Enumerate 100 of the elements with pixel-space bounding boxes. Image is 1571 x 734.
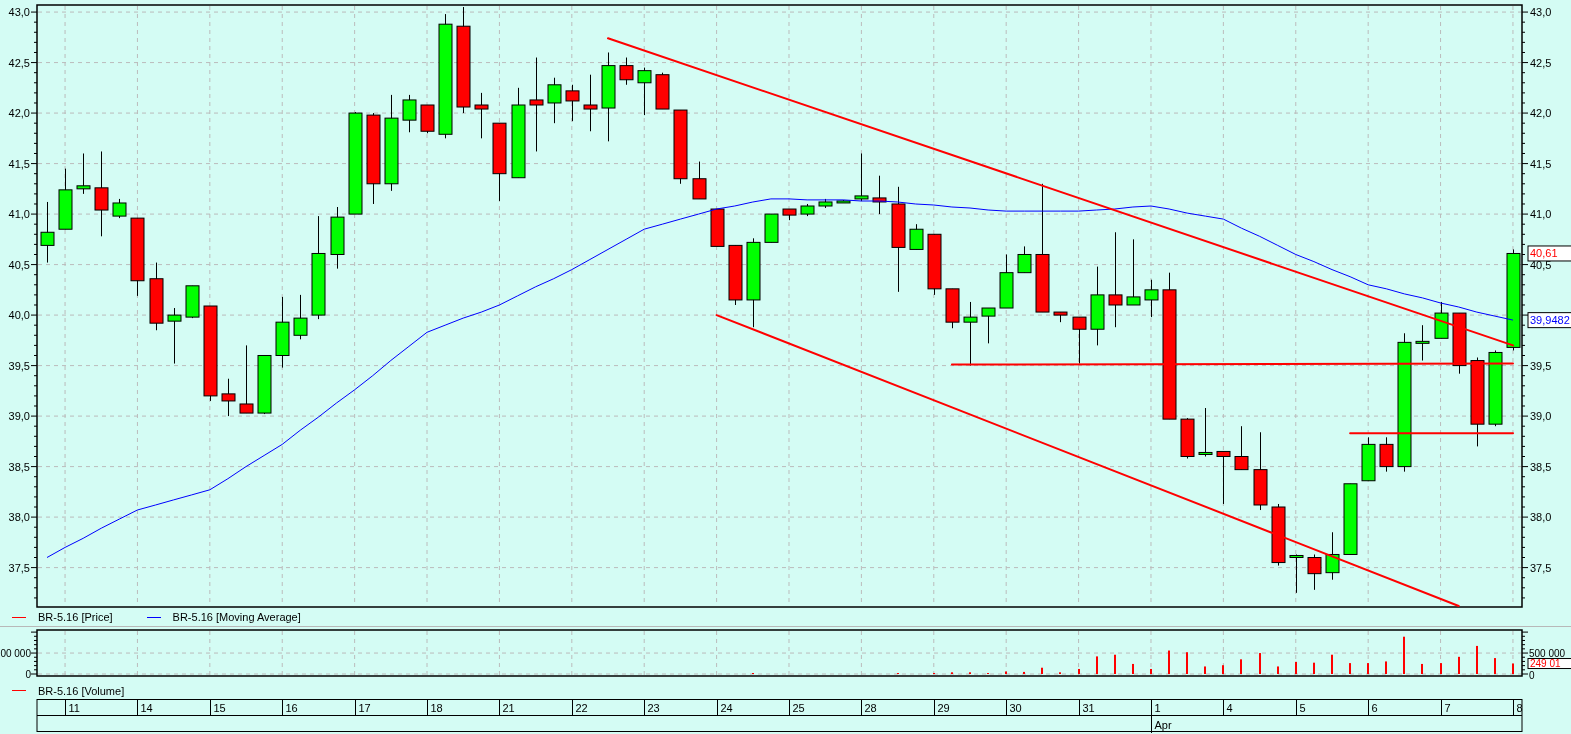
candlestick <box>221 378 236 417</box>
date-label: 16 <box>285 702 298 714</box>
axis-label: 500 000 <box>1529 648 1566 659</box>
candlestick <box>710 208 725 247</box>
candlestick <box>1325 531 1340 581</box>
candlestick <box>800 203 815 217</box>
date-label: 11 <box>68 702 80 714</box>
legend-label: BR-5.16 [Price] <box>38 611 113 624</box>
candlestick <box>330 206 345 270</box>
date-label: 22 <box>575 702 588 714</box>
date-label: 28 <box>864 702 877 714</box>
candlestick <box>1053 311 1068 323</box>
candlestick <box>1434 301 1449 339</box>
axis-label: 42,5 <box>1530 56 1552 69</box>
date-label: 4 <box>1226 702 1233 714</box>
candlestick <box>1180 417 1195 459</box>
date-label: 21 <box>502 702 515 714</box>
date-label: 5 <box>1299 702 1306 714</box>
candlestick <box>1216 450 1231 505</box>
axis-label: 43,0 <box>1530 6 1552 19</box>
date-label: 7 <box>1444 702 1451 714</box>
axis-label: 40,0 <box>8 309 30 322</box>
candlestick <box>692 161 707 200</box>
candlestick <box>1144 279 1159 318</box>
axis-label: 42,0 <box>8 107 30 120</box>
candlestick <box>1126 238 1141 306</box>
candlestick <box>58 168 73 230</box>
legend-label: BR-5.16 [Volume] <box>38 684 125 697</box>
date-label: 25 <box>792 702 805 714</box>
candlestick <box>1379 436 1394 473</box>
candlestick <box>112 198 127 219</box>
candlestick <box>257 355 272 415</box>
axis-label: 38,5 <box>1530 460 1552 473</box>
month-label: Apr <box>1154 719 1172 731</box>
axis-label: 0 <box>25 668 31 680</box>
candlestick <box>854 153 869 202</box>
date-label: 17 <box>358 702 371 714</box>
axis-label: 39,5 <box>1530 359 1552 372</box>
candlestick <box>402 94 417 133</box>
date-label: 15 <box>213 702 226 714</box>
candlestick <box>420 104 435 134</box>
axis-label: 42,0 <box>1530 107 1552 120</box>
candlestick <box>999 254 1014 309</box>
axis-label: 38,0 <box>8 511 30 524</box>
axis-label: 41,0 <box>8 208 30 221</box>
candlestick <box>1289 554 1304 594</box>
candlestick <box>927 233 942 296</box>
candlestick <box>149 262 164 331</box>
axis-label: 40,5 <box>8 258 30 271</box>
candlestick <box>76 153 91 195</box>
axis-label: 39,0 <box>1530 410 1552 423</box>
date-label: 31 <box>1082 702 1095 714</box>
candlestick <box>1234 425 1249 471</box>
axis-label: 43,0 <box>8 6 30 19</box>
candlestick <box>655 72 670 110</box>
candlestick <box>547 77 562 124</box>
candlestick <box>1415 324 1430 362</box>
candlestick <box>1452 312 1467 375</box>
axis-label: 41,0 <box>1530 208 1552 221</box>
axis-label: 42,5 <box>8 56 30 69</box>
candlestick <box>1017 245 1032 274</box>
candlestick <box>474 92 489 139</box>
date-label: 29 <box>937 702 950 714</box>
date-label: 18 <box>430 702 443 714</box>
axis-label: 39,5 <box>8 359 30 372</box>
candlestick <box>1307 554 1322 591</box>
date-label: 1 <box>1154 702 1161 714</box>
candlestick <box>1198 407 1213 457</box>
date-label: 30 <box>1009 702 1022 714</box>
date-label: 8 <box>1516 702 1523 714</box>
candlestick <box>583 74 598 132</box>
candlestick <box>1271 503 1286 567</box>
candlestick <box>293 294 308 340</box>
candlestick <box>637 67 652 116</box>
candlestick <box>185 285 200 319</box>
axis-label: 41,5 <box>1530 157 1552 170</box>
candlestick <box>945 288 960 329</box>
date-label: 24 <box>720 702 733 714</box>
candlestick <box>836 199 851 204</box>
price-tag: 40,61 <box>1527 245 1571 262</box>
date-label: 6 <box>1371 702 1378 714</box>
candlestick <box>981 307 996 344</box>
volume-tag: 249 01 <box>1527 658 1571 670</box>
axis-label: 0 <box>1529 669 1535 681</box>
candlestick <box>40 201 55 264</box>
date-label: 23 <box>647 702 660 714</box>
legend-label: BR-5.16 [Moving Average] <box>172 611 301 624</box>
axis-label: 00 000 <box>0 648 31 659</box>
candlestick <box>565 84 580 122</box>
candlestick <box>619 57 634 86</box>
candlestick <box>818 198 833 209</box>
candlestick <box>728 244 743 306</box>
candlestick <box>167 307 182 365</box>
candlestick <box>963 301 978 367</box>
candlestick <box>764 213 779 243</box>
candlestick <box>872 175 887 215</box>
candlestick <box>239 344 254 414</box>
axis-label: 41,5 <box>8 157 30 170</box>
axis-label: 39,0 <box>8 410 30 423</box>
candlestick <box>1343 483 1358 555</box>
